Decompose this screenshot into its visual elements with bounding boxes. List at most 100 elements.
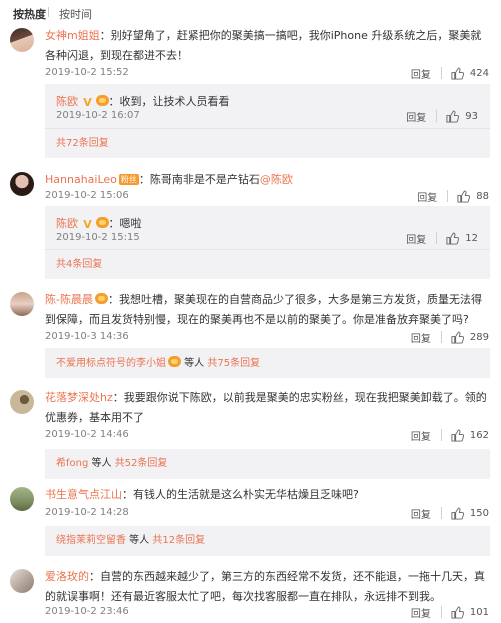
comment-content: 陈-陈晨晨 ：我想吐槽，聚美现在的自营商品少了很多，大多是第三方发货，质量无法得到… bbox=[45, 290, 491, 330]
level-badge-icon bbox=[94, 293, 108, 304]
reply-actions: 回复 93 bbox=[406, 109, 478, 124]
username-link[interactable]: 女神m姐姐 bbox=[45, 29, 100, 42]
thumbs-up-icon[interactable] bbox=[451, 330, 464, 344]
comment-content: 花落梦深处hz：我要跟你说下陈欧，以前我是聚美的忠实粉丝，现在我把聚美卸载了。领… bbox=[45, 388, 491, 428]
tab-divider bbox=[48, 7, 49, 17]
v-badge-icon: V bbox=[83, 96, 92, 109]
reply-actions: 回复 12 bbox=[406, 231, 478, 246]
username-link[interactable]: 爱洛玫的 bbox=[45, 570, 89, 583]
v-badge-icon: V bbox=[83, 218, 92, 231]
reply-box: 陈欧 V ：收到，让技术人员看看 2019-10-2 16:07 回复 93 共7… bbox=[45, 84, 490, 158]
comment-time: 2019-10-2 14:28 bbox=[45, 507, 129, 518]
comment-text: ：陈哥南非是不是产钻石 bbox=[138, 173, 260, 186]
reply-button[interactable]: 回复 bbox=[417, 189, 437, 204]
reply-count-link[interactable]: 共12条回复 bbox=[152, 535, 205, 546]
username-link[interactable]: 书生意气点江山 bbox=[45, 488, 122, 501]
comment-time: 2019-10-2 15:52 bbox=[45, 67, 129, 78]
avatar[interactable] bbox=[10, 569, 34, 593]
reply-button[interactable]: 回复 bbox=[411, 330, 431, 345]
action-divider bbox=[436, 110, 438, 122]
view-more-replies-link[interactable]: 希fong 等人 共52条回复 bbox=[56, 457, 167, 471]
action-divider bbox=[440, 606, 442, 618]
avatar[interactable] bbox=[10, 28, 34, 52]
reply-button[interactable]: 回复 bbox=[406, 231, 426, 246]
reply-username-link[interactable]: 绕指茉莉空留香 bbox=[56, 535, 126, 546]
reply-count-link[interactable]: 共75条回复 bbox=[207, 358, 260, 369]
reply-button[interactable]: 回复 bbox=[411, 66, 431, 81]
like-count: 93 bbox=[465, 110, 478, 122]
level-badge-icon bbox=[95, 95, 109, 106]
avatar[interactable] bbox=[10, 390, 34, 414]
reply-button[interactable]: 回复 bbox=[406, 109, 426, 124]
divider bbox=[45, 249, 490, 250]
avatar[interactable] bbox=[10, 292, 34, 316]
tab-by-time[interactable]: 按时间 bbox=[59, 6, 92, 22]
reply-button[interactable]: 回复 bbox=[411, 506, 431, 521]
comment-time: 2019-10-2 23:46 bbox=[45, 606, 129, 617]
reply-time: 2019-10-2 16:07 bbox=[56, 110, 140, 121]
view-more-replies-link[interactable]: 共72条回复 bbox=[56, 137, 109, 151]
comment-content: 书生意气点江山：有钱人的生活就是这么朴实无华枯燥且乏味吧? bbox=[45, 485, 491, 505]
like-count: 88 bbox=[476, 190, 489, 202]
action-divider bbox=[440, 67, 442, 79]
comment-time: 2019-10-3 14:36 bbox=[45, 331, 129, 342]
like-count: 162 bbox=[469, 429, 489, 441]
and-others-text: 等人 bbox=[181, 358, 208, 369]
reply-button[interactable]: 回复 bbox=[411, 428, 431, 443]
reply-count-link[interactable]: 共52条回复 bbox=[115, 458, 168, 469]
like-count: 101 bbox=[469, 606, 489, 618]
action-divider bbox=[447, 190, 449, 202]
view-more-replies-link[interactable]: 共4条回复 bbox=[56, 258, 102, 272]
action-divider bbox=[436, 232, 438, 244]
username-link[interactable]: 陈欧 bbox=[56, 95, 78, 108]
username-link[interactable]: 花落梦深处hz bbox=[45, 391, 113, 404]
and-others-text: 等人 bbox=[126, 535, 153, 546]
username-link[interactable]: 陈-陈晨晨 bbox=[45, 293, 93, 306]
comment-actions: 回复 289 bbox=[411, 330, 489, 345]
like-count: 150 bbox=[469, 507, 489, 519]
thumbs-up-icon[interactable] bbox=[451, 506, 464, 520]
tab-by-heat[interactable]: 按热度 bbox=[13, 6, 46, 22]
like-count: 424 bbox=[469, 67, 489, 79]
thumbs-up-icon[interactable] bbox=[451, 605, 464, 619]
username-link[interactable]: HannahaiLeo bbox=[45, 173, 117, 186]
comment-text: ：自营的东西越来越少了，第三方的东西经常不发货，还不能退，一拖十几天，真的就误事… bbox=[45, 570, 485, 603]
like-count: 289 bbox=[469, 331, 489, 343]
and-others-text: 等人 bbox=[88, 458, 115, 469]
comment-content: 爱洛玫的：自营的东西越来越少了，第三方的东西经常不发货，还不能退，一拖十几天，真… bbox=[45, 567, 491, 607]
thumbs-up-icon[interactable] bbox=[446, 231, 460, 245]
view-more-replies-link[interactable]: 绕指茉莉空留香 等人 共12条回复 bbox=[56, 534, 205, 548]
reply-text: ：嗯啦 bbox=[108, 217, 142, 230]
reply-username-link[interactable]: 不爱用标点符号的李小姐 bbox=[56, 358, 166, 369]
comment-content: 女神m姐姐：别好望角了，赶紧把你的聚美搞一搞吧，我你iPhone 升级系统之后，… bbox=[45, 26, 491, 66]
reply-time: 2019-10-2 15:15 bbox=[56, 232, 140, 243]
action-divider bbox=[440, 507, 442, 519]
comment-text: ：别好望角了，赶紧把你的聚美搞一搞吧，我你iPhone 升级系统之后，聚美就各种… bbox=[45, 29, 482, 62]
thumbs-up-icon[interactable] bbox=[451, 428, 464, 442]
mention-link[interactable]: @陈欧 bbox=[260, 173, 293, 186]
like-count: 12 bbox=[465, 232, 478, 244]
thumbs-up-icon[interactable] bbox=[457, 189, 471, 203]
reply-box: 绕指茉莉空留香 等人 共12条回复 bbox=[45, 526, 490, 556]
comment-text: ：有钱人的生活就是这么朴实无华枯燥且乏味吧? bbox=[122, 488, 359, 501]
comment-time: 2019-10-2 15:06 bbox=[45, 190, 129, 201]
action-divider bbox=[440, 429, 442, 441]
comment-content: HannahaiLeo 粉丝 ：陈哥南非是不是产钻石@陈欧 bbox=[45, 170, 491, 190]
view-more-replies-link[interactable]: 不爱用标点符号的李小姐 等人 共75条回复 bbox=[56, 356, 260, 371]
divider bbox=[45, 128, 490, 129]
avatar[interactable] bbox=[10, 487, 34, 511]
fan-badge: 粉丝 bbox=[118, 174, 139, 185]
avatar[interactable] bbox=[10, 172, 34, 196]
reply-username-link[interactable]: 希fong bbox=[56, 458, 88, 469]
thumbs-up-icon[interactable] bbox=[446, 109, 460, 123]
sort-tabs: 按热度 按时间 bbox=[0, 0, 501, 22]
reply-button[interactable]: 回复 bbox=[411, 605, 431, 620]
level-badge-icon bbox=[95, 217, 109, 228]
username-link[interactable]: 陈欧 bbox=[56, 217, 78, 230]
comment-actions: 回复 162 bbox=[411, 428, 489, 443]
comment-actions: 回复 88 bbox=[417, 189, 489, 204]
reply-box: 陈欧 V ：嗯啦 2019-10-2 15:15 回复 12 共4条回复 bbox=[45, 206, 490, 279]
comment-text: ：我想吐槽，聚美现在的自营商品少了很多，大多是第三方发货，质量无法得到保障，而且… bbox=[45, 293, 482, 326]
thumbs-up-icon[interactable] bbox=[451, 66, 464, 80]
level-badge-icon bbox=[168, 356, 181, 367]
